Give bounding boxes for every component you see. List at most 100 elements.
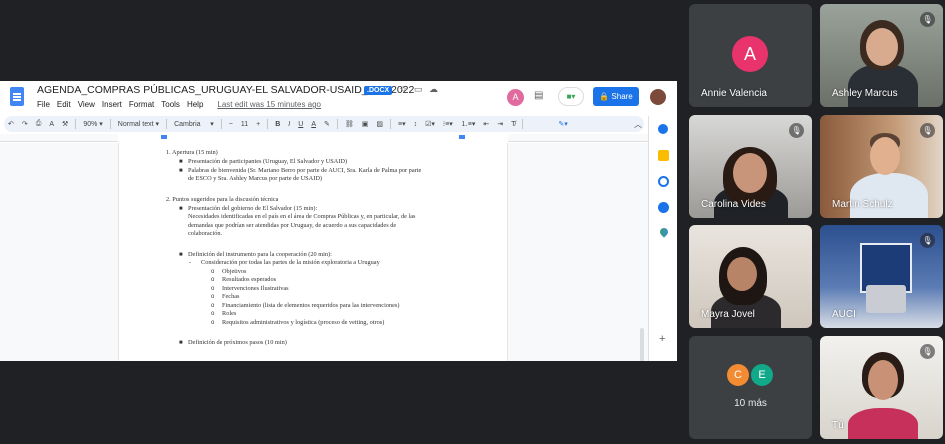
bold-icon[interactable]: B xyxy=(271,121,284,128)
toolbar-divider xyxy=(166,119,168,129)
mic-off-icon: 🎙 xyxy=(920,344,935,359)
document-page[interactable]: 1. Apertura (15 min) ■ Presentación de p… xyxy=(118,143,508,361)
checklist-icon[interactable]: ☑▾ xyxy=(421,120,439,128)
add-ons-icon[interactable]: + xyxy=(659,333,665,345)
clear-formatting-icon[interactable]: T̸ xyxy=(507,121,519,128)
menu-file[interactable]: File xyxy=(37,100,50,109)
decrease-font-icon[interactable]: − xyxy=(225,121,237,128)
menu-insert[interactable]: Insert xyxy=(102,100,122,109)
participant-tile[interactable]: Mayra Jovel xyxy=(689,225,812,328)
share-button[interactable]: 🔒 Share xyxy=(593,87,639,106)
menu-tools[interactable]: Tools xyxy=(161,100,180,109)
menu-format[interactable]: Format xyxy=(129,100,154,109)
increase-indent-icon[interactable]: ⇥ xyxy=(493,120,507,128)
decrease-indent-icon[interactable]: ⇤ xyxy=(479,120,493,128)
undo-icon[interactable]: ↶ xyxy=(4,120,18,128)
indent-marker-icon[interactable] xyxy=(161,135,167,139)
participant-tile[interactable]: 🎙 Carolina Vides xyxy=(689,115,812,218)
contacts-icon[interactable] xyxy=(658,202,669,213)
bulleted-list-icon[interactable]: ⁝≡▾ xyxy=(439,120,457,128)
link-icon[interactable]: ⛓ xyxy=(341,120,358,128)
more-participants-label: 10 más xyxy=(734,398,767,409)
participant-tile[interactable]: 🎙 Ashley Marcus xyxy=(820,4,943,107)
line-spacing-icon[interactable]: ↕ xyxy=(410,121,422,128)
menu-bar: File Edit View Insert Format Tools Help … xyxy=(37,100,321,109)
bullet-icon: ■ xyxy=(179,206,183,212)
circle-bullet-icon: o xyxy=(211,303,215,309)
ruler[interactable] xyxy=(0,134,648,142)
numbered-list-icon[interactable]: ⒈≡▾ xyxy=(457,119,480,129)
highlight-icon[interactable]: ✎ xyxy=(320,120,334,128)
bullet-icon: ■ xyxy=(179,159,183,165)
style-value: Normal text xyxy=(117,121,154,128)
menu-edit[interactable]: Edit xyxy=(57,100,71,109)
font-select[interactable]: Cambria ▾ xyxy=(170,120,218,128)
doc-line: Consideración por todas las partes de la… xyxy=(201,259,380,266)
style-select[interactable]: Normal text ▾ xyxy=(114,120,163,128)
circle-bullet-icon: o xyxy=(211,277,215,283)
bullet-icon: ■ xyxy=(179,340,183,346)
bullet-icon: ■ xyxy=(179,168,183,174)
spellcheck-icon[interactable]: A xyxy=(45,121,58,128)
print-icon[interactable]: ⎙ xyxy=(32,120,46,128)
zoom-value: 90% xyxy=(83,121,98,128)
doc-line: Financiamiento (lista de elementos reque… xyxy=(222,302,400,309)
meet-icon[interactable]: ■▾ xyxy=(558,87,584,106)
underline-icon[interactable]: U xyxy=(294,121,307,128)
doc-title[interactable]: AGENDA_COMPRAS PÚBLICAS_URUGUAY-EL SALVA… xyxy=(37,84,414,96)
doc-line: Necesidades identificadas en el país en … xyxy=(188,213,416,220)
document-canvas[interactable]: 1. Apertura (15 min) ■ Presentación de p… xyxy=(0,143,648,361)
participant-name: AUCI xyxy=(832,309,856,320)
paint-format-icon[interactable]: ⚒ xyxy=(58,120,72,128)
star-icon[interactable]: ☆ xyxy=(399,84,407,95)
move-folder-icon[interactable]: ▭ xyxy=(414,84,423,95)
avatar: E xyxy=(751,364,773,386)
toolbar-divider xyxy=(522,119,524,129)
doc-header: AGENDA_COMPRAS PÚBLICAS_URUGUAY-EL SALVA… xyxy=(0,81,677,115)
calendar-icon[interactable] xyxy=(658,124,668,134)
participant-tile[interactable]: 🎙 Martin Schulz xyxy=(820,115,943,218)
cloud-status-icon[interactable]: ☁ xyxy=(429,84,438,95)
doc-line: demandas que podrían ser atendidas por U… xyxy=(188,222,397,229)
doc-line: Resultados esperados xyxy=(222,276,277,283)
collapse-menus-icon[interactable]: ︿ xyxy=(634,119,642,130)
more-participants-tile[interactable]: C E 10 más xyxy=(689,336,812,439)
participant-name: Mayra Jovel xyxy=(701,309,755,320)
participant-video xyxy=(866,285,906,313)
doc-line: de ESCO y Sra. Ashley Marcus por parte d… xyxy=(188,175,322,182)
dash-bullet-icon: - xyxy=(189,260,191,266)
participant-video xyxy=(848,64,918,107)
circle-bullet-icon: o xyxy=(211,286,215,292)
self-view-tile[interactable]: 🎙 Tú xyxy=(820,336,943,439)
redo-icon[interactable]: ↷ xyxy=(18,120,32,128)
comment-history-icon[interactable]: ▤ xyxy=(534,90,543,101)
doc-line: Fechas xyxy=(222,293,240,300)
last-edit-link[interactable]: Last edit was 15 minutes ago xyxy=(217,100,321,109)
increase-font-icon[interactable]: + xyxy=(252,121,264,128)
italic-icon[interactable]: I xyxy=(284,121,294,128)
comment-icon[interactable]: ▣ xyxy=(358,120,373,128)
menu-view[interactable]: View xyxy=(78,100,95,109)
text-color-icon[interactable]: A xyxy=(307,121,320,128)
docs-logo-icon[interactable] xyxy=(10,87,24,106)
tasks-icon[interactable] xyxy=(658,176,669,187)
keep-icon[interactable] xyxy=(658,150,669,161)
editing-mode-icon[interactable]: ✎▾ xyxy=(554,120,571,128)
image-icon[interactable]: ▨ xyxy=(372,120,387,128)
font-size-input[interactable]: 11 xyxy=(237,121,252,128)
participant-tile[interactable]: A Annie Valencia xyxy=(689,4,812,107)
ruler-page-area xyxy=(118,134,508,142)
align-icon[interactable]: ≡▾ xyxy=(394,120,410,128)
maps-icon[interactable] xyxy=(658,226,670,238)
participant-video xyxy=(850,173,928,218)
participant-tile[interactable]: 🎙 AUCI xyxy=(820,225,943,328)
right-indent-marker-icon[interactable] xyxy=(459,135,465,139)
participant-video xyxy=(866,28,898,66)
viewer-avatar[interactable]: A xyxy=(507,89,524,106)
scrollbar[interactable] xyxy=(640,328,644,361)
avatar: C xyxy=(727,364,749,386)
menu-help[interactable]: Help xyxy=(187,100,203,109)
mic-off-icon: 🎙 xyxy=(920,233,935,248)
zoom-select[interactable]: 90% ▾ xyxy=(79,120,106,128)
account-avatar[interactable] xyxy=(650,89,666,105)
